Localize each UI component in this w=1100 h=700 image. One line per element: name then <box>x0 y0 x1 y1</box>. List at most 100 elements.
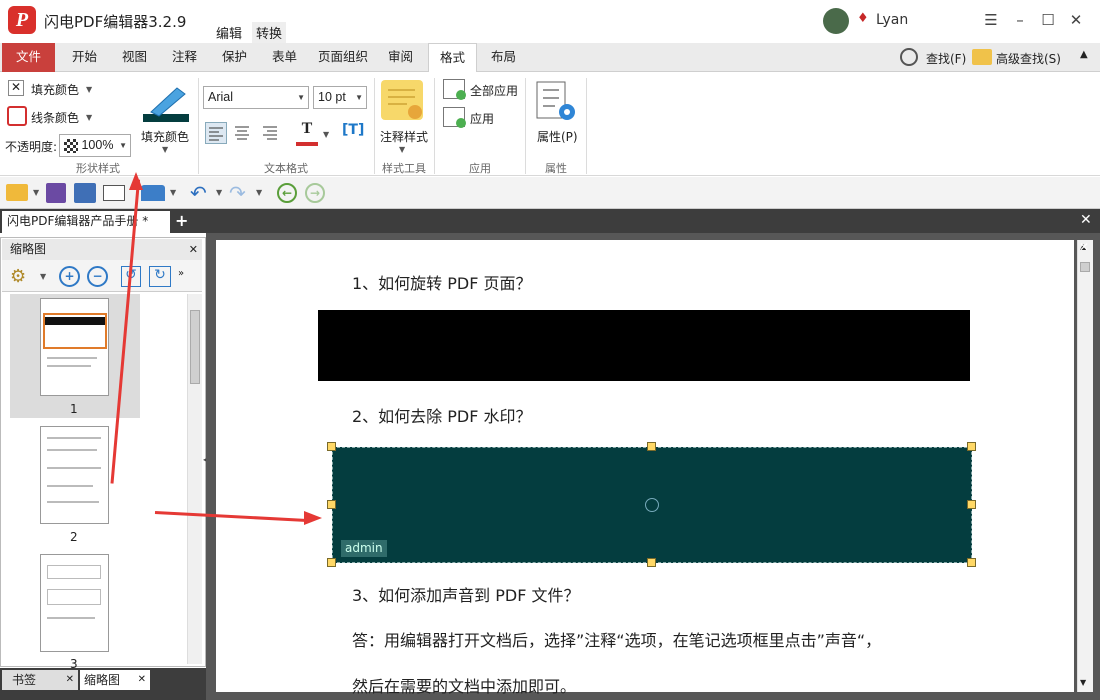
page-number: 2 <box>70 530 78 544</box>
zoom-out-icon[interactable]: − <box>87 266 108 287</box>
avatar[interactable] <box>823 8 849 34</box>
mode-edit[interactable]: 编辑 <box>212 22 246 43</box>
tab-file[interactable]: 文件 <box>2 43 56 72</box>
resize-handle[interactable] <box>327 558 336 567</box>
scroll-thumb[interactable] <box>1080 262 1090 272</box>
font-value: Arial <box>208 90 234 104</box>
chevron-down-icon[interactable]: ▼ <box>40 272 46 281</box>
resize-handle[interactable] <box>967 558 976 567</box>
fill-bucket-icon[interactable] <box>141 84 191 124</box>
align-left-icon[interactable] <box>205 122 227 144</box>
thumbnail-scrollbar[interactable] <box>187 294 202 664</box>
tab-start[interactable]: 开始 <box>61 43 108 72</box>
maximize-icon[interactable]: ☐ <box>1038 10 1058 30</box>
mode-convert[interactable]: 转换 <box>252 22 287 43</box>
text-box-icon[interactable]: [T] <box>342 122 364 144</box>
line-color-button[interactable]: 线条颜色 <box>31 109 79 126</box>
app-logo-icon: P <box>8 6 36 34</box>
tab-form[interactable]: 表单 <box>261 43 308 72</box>
chevron-down-icon[interactable]: ▼ <box>33 188 39 197</box>
resize-handle[interactable] <box>327 442 336 451</box>
minimize-icon[interactable]: – <box>1010 10 1030 30</box>
page-thumbnail-2[interactable] <box>40 426 109 524</box>
resize-handle[interactable] <box>327 500 336 509</box>
resize-handle[interactable] <box>967 442 976 451</box>
chevron-down-icon[interactable]: ▼ <box>256 188 262 197</box>
redaction-box[interactable] <box>318 310 970 381</box>
apply-button[interactable]: 应用 <box>470 110 494 127</box>
settings-gear-icon[interactable]: ⚙ <box>10 266 26 287</box>
tab-annotate[interactable]: 注释 <box>161 43 208 72</box>
find-button[interactable]: 查找(F) <box>926 50 966 67</box>
redo-icon[interactable]: ↷ <box>229 181 246 205</box>
zoom-in-icon[interactable]: + <box>59 266 80 287</box>
new-tab-icon[interactable]: + <box>175 211 188 230</box>
apply-all-icon <box>443 79 466 100</box>
close-icon[interactable]: ✕ <box>66 670 74 690</box>
fill-color-button[interactable]: 填充颜色 <box>31 81 79 98</box>
document-tab[interactable]: 闪电PDF编辑器产品手册 * <box>2 211 170 233</box>
resize-handle[interactable] <box>647 558 656 567</box>
align-center-icon[interactable] <box>232 122 254 144</box>
forward-icon[interactable]: → <box>305 183 325 203</box>
advanced-find-button[interactable]: 高级查找(S) <box>996 50 1061 67</box>
close-document-icon[interactable]: ✕ <box>1080 212 1092 228</box>
resize-handle[interactable] <box>967 500 976 509</box>
more-icon[interactable]: » <box>178 268 184 279</box>
document-scrollbar[interactable]: ▲ ▼ <box>1077 240 1093 692</box>
apply-all-button[interactable]: 全部应用 <box>470 82 518 99</box>
resize-handle[interactable] <box>647 442 656 451</box>
font-size-select[interactable]: 10 pt ▼ <box>313 86 367 109</box>
chevron-down-icon[interactable]: ▼ <box>170 188 176 197</box>
ribbon-tabs: 文件 开始 视图 注释 保护 表单 页面组织 审阅 格式 布局 查找(F) 高级… <box>0 43 1100 73</box>
open-folder-icon[interactable] <box>6 184 28 201</box>
text-color-icon[interactable]: T <box>296 120 318 146</box>
opacity-select[interactable]: 100% ▼ <box>59 134 131 157</box>
chevron-down-icon[interactable]: ▼ <box>86 85 92 94</box>
tab-format[interactable]: 格式 <box>428 43 478 73</box>
chevron-down-icon[interactable]: ▼ <box>399 145 405 154</box>
undo-icon[interactable]: ↶ <box>190 181 207 205</box>
properties-button[interactable]: 属性(P) <box>537 128 578 145</box>
font-select[interactable]: Arial ▼ <box>203 86 309 109</box>
fill-color-swatch[interactable]: ✕ <box>8 80 24 96</box>
close-icon[interactable]: ✕ <box>138 670 146 690</box>
print-icon[interactable] <box>74 183 96 203</box>
chevron-down-icon[interactable]: ▼ <box>162 145 168 154</box>
close-panel-icon[interactable]: ✕ <box>189 239 198 260</box>
selected-rectangle-annotation[interactable] <box>332 447 972 563</box>
red-arrowhead-icon <box>129 172 143 190</box>
tab-page-organize[interactable]: 页面组织 <box>307 43 379 72</box>
tab-layout[interactable]: 布局 <box>480 43 527 72</box>
scroll-down-icon[interactable]: ▼ <box>1080 678 1086 687</box>
line-color-swatch[interactable] <box>7 106 27 126</box>
page-thumbnail-1[interactable] <box>40 298 109 396</box>
back-icon[interactable]: ← <box>277 183 297 203</box>
chevron-down-icon[interactable]: ▼ <box>323 130 329 139</box>
tab-protect[interactable]: 保护 <box>211 43 258 72</box>
email-icon[interactable] <box>103 185 125 201</box>
chevron-down-icon[interactable]: ▼ <box>86 113 92 122</box>
group-label-apply: 应用 <box>469 162 491 175</box>
page-thumbnail-3[interactable] <box>40 554 109 652</box>
rotate-handle-icon[interactable] <box>645 498 659 512</box>
group-label-text-format: 文本格式 <box>264 162 308 175</box>
collapse-ribbon-icon[interactable]: ▲ <box>1080 49 1088 60</box>
rotate-right-icon[interactable]: ↻ <box>149 266 171 287</box>
close-viewer-icon[interactable]: ✕ <box>1079 240 1089 254</box>
close-icon[interactable]: ✕ <box>1066 10 1086 30</box>
properties-icon[interactable] <box>535 80 577 124</box>
align-right-icon[interactable] <box>260 122 282 144</box>
tab-bookmarks[interactable]: 书签 ✕ <box>2 670 78 690</box>
tab-view[interactable]: 视图 <box>111 43 158 72</box>
fill-color-big-button[interactable]: 填充颜色 <box>141 128 189 145</box>
scan-icon[interactable] <box>141 185 165 201</box>
menu-icon[interactable]: ☰ <box>981 10 1001 30</box>
tab-review[interactable]: 审阅 <box>377 43 424 72</box>
tab-thumbnails[interactable]: 缩略图 ✕ <box>80 670 150 690</box>
annotation-style-button[interactable]: 注释样式 <box>380 128 428 145</box>
annotation-style-icon[interactable] <box>381 80 423 120</box>
chevron-down-icon[interactable]: ▼ <box>216 188 222 197</box>
save-icon[interactable] <box>46 183 66 203</box>
username[interactable]: Lyan <box>876 12 908 28</box>
